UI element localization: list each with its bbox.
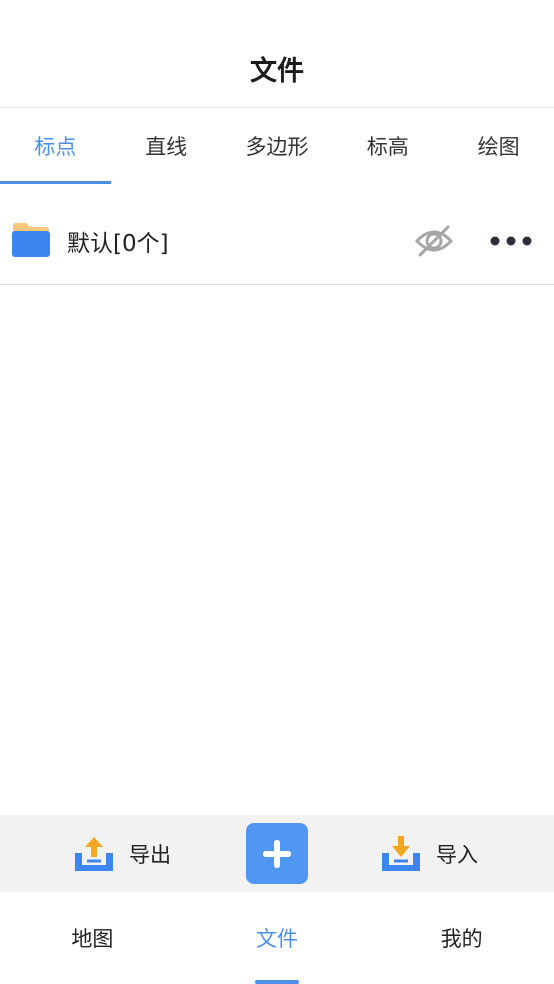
plus-icon [263,839,291,868]
page-title: 文件 [250,56,304,87]
tab-polygon[interactable]: 多边形 [222,108,333,184]
tab-elevation[interactable]: 标高 [332,108,443,184]
import-button[interactable]: 导入 [380,815,478,892]
folder-name: 默认[0个] [67,231,169,257]
tab-marker[interactable]: 标点 [0,108,111,184]
action-bar: 导出 导入 [0,815,554,892]
nav-mine[interactable]: 我的 [369,892,554,984]
folder-row-default[interactable]: 默认[0个] [0,198,554,285]
nav-files[interactable]: 文件 [185,892,370,984]
import-icon [382,835,420,871]
tab-line[interactable]: 直线 [111,108,222,184]
import-label: 导入 [436,842,478,867]
eye-off-icon[interactable] [414,224,454,258]
more-icon[interactable] [488,228,534,254]
nav-map[interactable]: 地图 [0,892,185,984]
bottom-nav: 地图 文件 我的 [0,892,554,984]
export-label: 导出 [129,842,171,867]
export-button[interactable]: 导出 [73,815,171,892]
add-button[interactable] [246,823,308,884]
export-icon [75,836,113,871]
category-tabs: 标点 直线 多边形 标高 绘图 [0,108,554,184]
folder-icon [12,223,50,257]
tab-drawing[interactable]: 绘图 [443,108,554,184]
app-header: 文件 [0,0,554,108]
